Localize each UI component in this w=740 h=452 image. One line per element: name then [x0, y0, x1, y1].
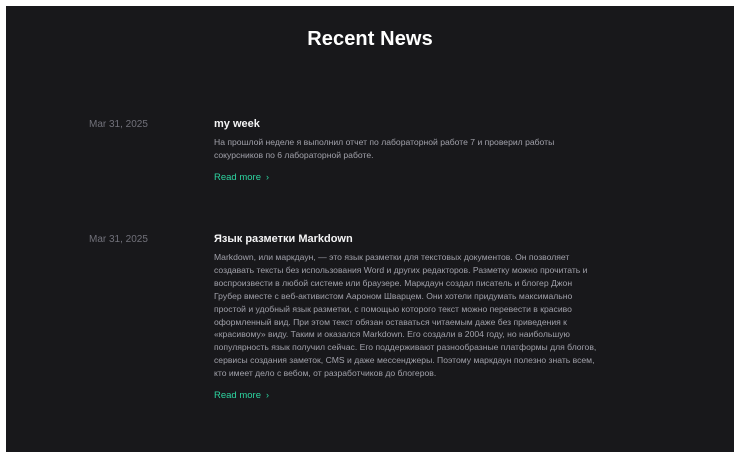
article-summary: На прошлой неделе я выполнил отчет по ла…: [214, 137, 555, 160]
article-title[interactable]: Язык разметки Markdown: [214, 232, 598, 246]
read-more-link[interactable]: Read more ›: [214, 389, 269, 402]
chevron-right-icon: ›: [266, 390, 269, 401]
article-date: Mar 31, 2025: [89, 234, 148, 245]
read-more-link[interactable]: Read more ›: [214, 171, 269, 184]
chevron-right-icon: ›: [266, 171, 269, 182]
news-page: Recent News Mar 31, 2025 my week На прош…: [6, 6, 734, 452]
article-title[interactable]: my week: [214, 117, 598, 131]
article-summary: Markdown, или маркдаун, — это язык разме…: [214, 252, 597, 379]
page-title: Recent News: [307, 28, 433, 50]
read-more-label: Read more: [214, 390, 261, 402]
article-body: my week На прошлой неделе я выполнил отч…: [214, 117, 598, 185]
article-date: Mar 31, 2025: [89, 119, 148, 130]
article-body: Язык разметки Markdown Markdown, или мар…: [214, 232, 598, 403]
read-more-label: Read more: [214, 171, 261, 183]
